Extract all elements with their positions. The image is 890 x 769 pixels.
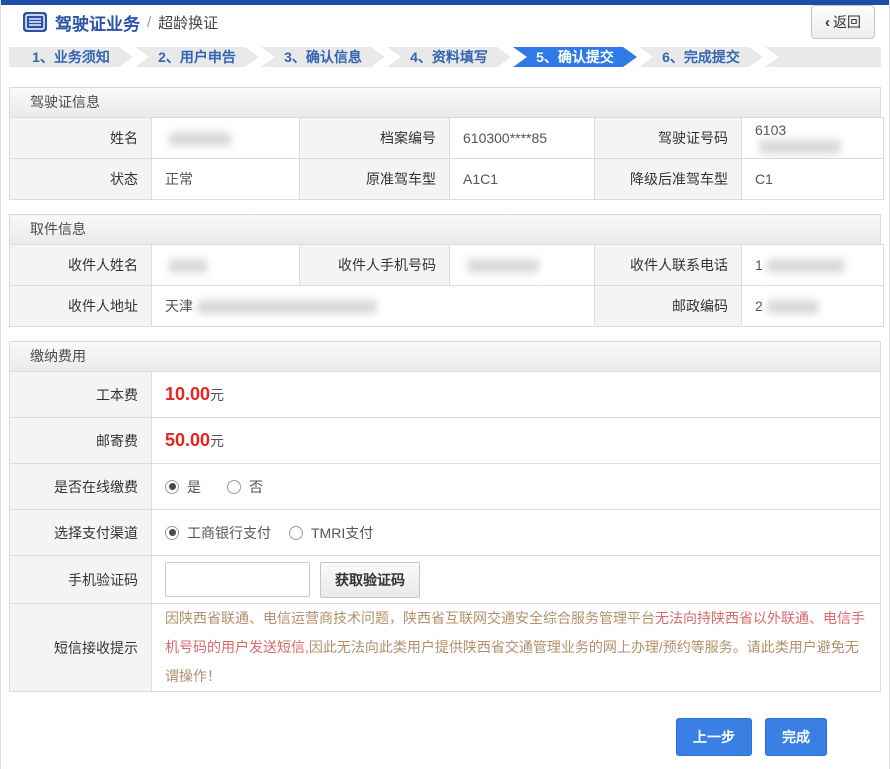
orig-class-value: A1C1 xyxy=(449,158,595,200)
license-info-table: 姓名 档案编号 610300****85 驾驶证号码 6103 状态 正常 原准… xyxy=(9,117,884,200)
license-no-value: 6103 xyxy=(741,117,884,159)
file-no-label: 档案编号 xyxy=(299,117,450,159)
channel-icbc-label: 工商银行支付 xyxy=(187,524,271,541)
table-row: 姓名 档案编号 610300****85 驾驶证号码 6103 xyxy=(9,117,884,159)
page-header: 驾驶证业务 / 超龄换证 ‹ 返回 xyxy=(1,5,889,39)
orig-class-label: 原准驾车型 xyxy=(299,158,450,200)
page-subtitle: 超龄换证 xyxy=(158,14,219,32)
postage-value: 50.00元 xyxy=(151,417,881,464)
table-row: 收件人姓名 收件人手机号码 收件人联系电话 1 xyxy=(9,244,884,286)
name-value xyxy=(151,117,300,159)
redacted-recipient-name xyxy=(169,259,207,274)
file-no-value: 610300****85 xyxy=(449,117,595,159)
status-value: 正常 xyxy=(151,158,300,200)
channel-options: 工商银行支付 TMRI支付 xyxy=(151,509,881,556)
step-5-confirm-submit[interactable]: 5、确认提交 xyxy=(513,47,637,67)
fee-label: 工本费 xyxy=(9,371,152,418)
fee-unit: 元 xyxy=(210,387,225,403)
recipient-addr-label: 收件人地址 xyxy=(9,285,152,327)
breadcrumb-separator: / xyxy=(147,13,152,31)
step-wizard: 1、业务须知 2、用户申告 3、确认信息 4、资料填写 5、确认提交 6、完成提… xyxy=(9,47,881,67)
list-icon xyxy=(23,12,47,32)
table-row: 邮寄费 50.00元 xyxy=(9,417,881,464)
radio-selected-icon xyxy=(165,525,179,540)
online-pay-no-radio[interactable]: 否 xyxy=(227,477,263,497)
table-row: 收件人地址 天津 邮政编码 2 xyxy=(9,285,884,327)
online-pay-yes-radio[interactable]: 是 xyxy=(165,477,201,497)
fee-value: 10.00元 xyxy=(151,371,881,418)
table-row: 手机验证码 获取验证码 xyxy=(9,555,881,604)
note-part1: 因陕西省联通、电信运营商技术问题，陕西省互联网交通安全综合服务管理平台 xyxy=(165,610,655,626)
online-pay-no-label: 否 xyxy=(249,478,263,495)
redacted-license-no xyxy=(759,140,841,155)
section-license-info: 驾驶证信息 姓名 档案编号 610300****85 驾驶证号码 6103 状态… xyxy=(9,87,884,200)
radio-selected-icon xyxy=(165,479,179,494)
redacted-recipient-addr xyxy=(197,300,377,315)
table-row: 短信接收提示 因陕西省联通、电信运营商技术问题，陕西省互联网交通安全综合服务管理… xyxy=(9,603,881,692)
redacted-postcode xyxy=(766,300,819,315)
channel-label: 选择支付渠道 xyxy=(9,509,152,556)
sms-code-input[interactable] xyxy=(165,562,310,597)
name-label: 姓名 xyxy=(9,117,152,159)
get-code-button[interactable]: 获取验证码 xyxy=(320,561,420,598)
sms-note-label: 短信接收提示 xyxy=(9,603,152,692)
table-row: 状态 正常 原准驾车型 A1C1 降级后准驾车型 C1 xyxy=(9,158,884,200)
page-container: 驾驶证业务 / 超龄换证 ‹ 返回 1、业务须知 2、用户申告 3、确认信息 4… xyxy=(0,0,890,769)
pickup-info-table: 收件人姓名 收件人手机号码 收件人联系电话 1 收件人地址 天津 邮政编码 2 xyxy=(9,244,884,327)
section-pickup-info: 取件信息 收件人姓名 收件人手机号码 收件人联系电话 1 收件人地址 天津 邮政… xyxy=(9,214,884,327)
radio-unselected-icon xyxy=(289,525,303,540)
redacted-name xyxy=(169,132,231,147)
step-6-complete[interactable]: 6、完成提交 xyxy=(639,47,763,67)
payment-table: 工本费 10.00元 邮寄费 50.00元 是否在线缴费 是 否 选择支付渠道 … xyxy=(9,371,881,692)
online-pay-yes-label: 是 xyxy=(187,478,201,495)
step-1-notice[interactable]: 1、业务须知 xyxy=(9,47,133,67)
channel-icbc-radio[interactable]: 工商银行支付 xyxy=(165,523,271,543)
channel-tmri-radio[interactable]: TMRI支付 xyxy=(289,523,373,543)
postcode-value: 2 xyxy=(741,285,884,327)
section-title-license: 驾驶证信息 xyxy=(9,87,881,117)
section-title-pickup: 取件信息 xyxy=(9,214,881,244)
sms-note-text: 因陕西省联通、电信运营商技术问题，陕西省互联网交通安全综合服务管理平台无法向持陕… xyxy=(151,603,881,692)
finish-button[interactable]: 完成 xyxy=(765,718,827,756)
fee-amount: 10.00 xyxy=(165,384,211,404)
footer-actions: 上一步 完成 xyxy=(1,706,889,769)
step-4-fill-data[interactable]: 4、资料填写 xyxy=(387,47,511,67)
redacted-recipient-tel xyxy=(766,259,845,274)
step-3-confirm-info[interactable]: 3、确认信息 xyxy=(261,47,385,67)
postcode-label: 邮政编码 xyxy=(594,285,742,327)
back-button[interactable]: ‹ 返回 xyxy=(811,5,875,39)
postage-unit: 元 xyxy=(210,433,225,449)
recipient-name-value xyxy=(151,244,300,286)
section-title-payment: 缴纳费用 xyxy=(9,341,881,371)
online-pay-options: 是 否 xyxy=(151,463,881,510)
recipient-mobile-value xyxy=(449,244,595,286)
down-class-label: 降级后准驾车型 xyxy=(594,158,742,200)
chevron-left-icon: ‹ xyxy=(825,13,830,31)
redacted-recipient-mobile xyxy=(467,259,539,274)
table-row: 工本费 10.00元 xyxy=(9,371,881,418)
previous-step-button[interactable]: 上一步 xyxy=(676,718,752,756)
online-pay-label: 是否在线缴费 xyxy=(9,463,152,510)
postage-label: 邮寄费 xyxy=(9,417,152,464)
step-2-declaration[interactable]: 2、用户申告 xyxy=(135,47,259,67)
radio-unselected-icon xyxy=(227,479,241,494)
sms-code-label: 手机验证码 xyxy=(9,555,152,604)
recipient-tel-value: 1 xyxy=(741,244,884,286)
recipient-mobile-label: 收件人手机号码 xyxy=(299,244,450,286)
page-title: 驾驶证业务 xyxy=(55,14,140,34)
table-row: 是否在线缴费 是 否 xyxy=(9,463,881,510)
postage-amount: 50.00 xyxy=(165,430,211,450)
license-no-label: 驾驶证号码 xyxy=(594,117,742,159)
recipient-name-label: 收件人姓名 xyxy=(9,244,152,286)
back-button-label: 返回 xyxy=(833,14,861,30)
sms-code-cell: 获取验证码 xyxy=(151,555,881,604)
table-row: 选择支付渠道 工商银行支付 TMRI支付 xyxy=(9,509,881,556)
recipient-addr-value: 天津 xyxy=(151,285,595,327)
recipient-tel-label: 收件人联系电话 xyxy=(594,244,742,286)
down-class-value: C1 xyxy=(741,158,884,200)
section-payment: 缴纳费用 工本费 10.00元 邮寄费 50.00元 是否在线缴费 是 否 选择… xyxy=(9,341,881,692)
channel-tmri-label: TMRI支付 xyxy=(311,524,374,541)
step-wizard-filler xyxy=(765,47,881,67)
status-label: 状态 xyxy=(9,158,152,200)
